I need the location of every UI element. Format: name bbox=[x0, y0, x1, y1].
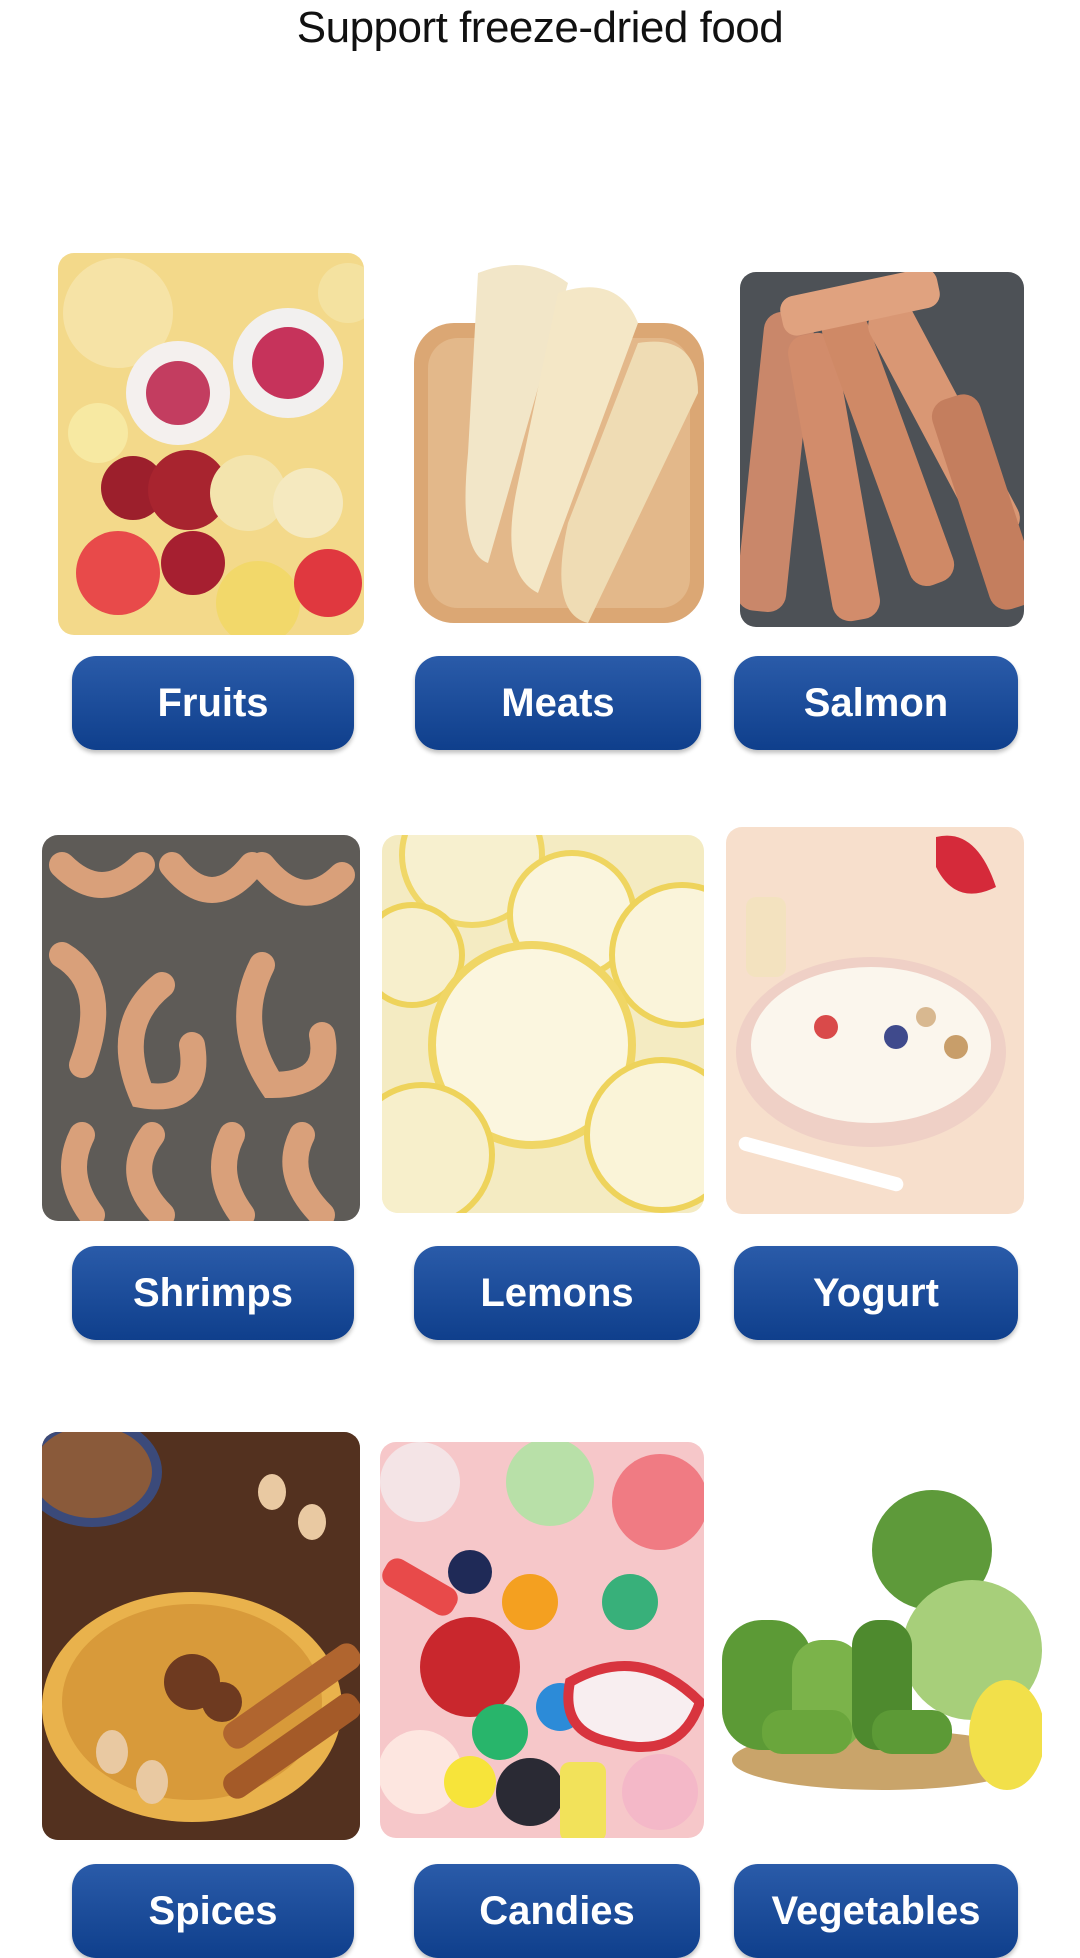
lemons-image bbox=[382, 835, 704, 1213]
vegetables-image bbox=[722, 1490, 1042, 1840]
category-button-spices[interactable]: Spices bbox=[72, 1864, 354, 1958]
spices-image bbox=[42, 1432, 360, 1840]
page-title: Support freeze-dried food bbox=[296, 3, 784, 52]
yogurt-image bbox=[726, 827, 1024, 1214]
category-button-salmon[interactable]: Salmon bbox=[734, 656, 1018, 750]
category-button-shrimps[interactable]: Shrimps bbox=[72, 1246, 354, 1340]
fruits-image bbox=[58, 253, 364, 635]
category-button-fruits[interactable]: Fruits bbox=[72, 656, 354, 750]
shrimps-image bbox=[42, 835, 360, 1221]
salmon-image bbox=[740, 272, 1024, 627]
category-button-vegetables[interactable]: Vegetables bbox=[734, 1864, 1018, 1958]
category-button-meats[interactable]: Meats bbox=[415, 656, 701, 750]
category-button-yogurt[interactable]: Yogurt bbox=[734, 1246, 1018, 1340]
category-button-lemons[interactable]: Lemons bbox=[414, 1246, 700, 1340]
category-button-candies[interactable]: Candies bbox=[414, 1864, 700, 1958]
meats-image bbox=[398, 253, 718, 635]
candies-image bbox=[380, 1442, 704, 1838]
